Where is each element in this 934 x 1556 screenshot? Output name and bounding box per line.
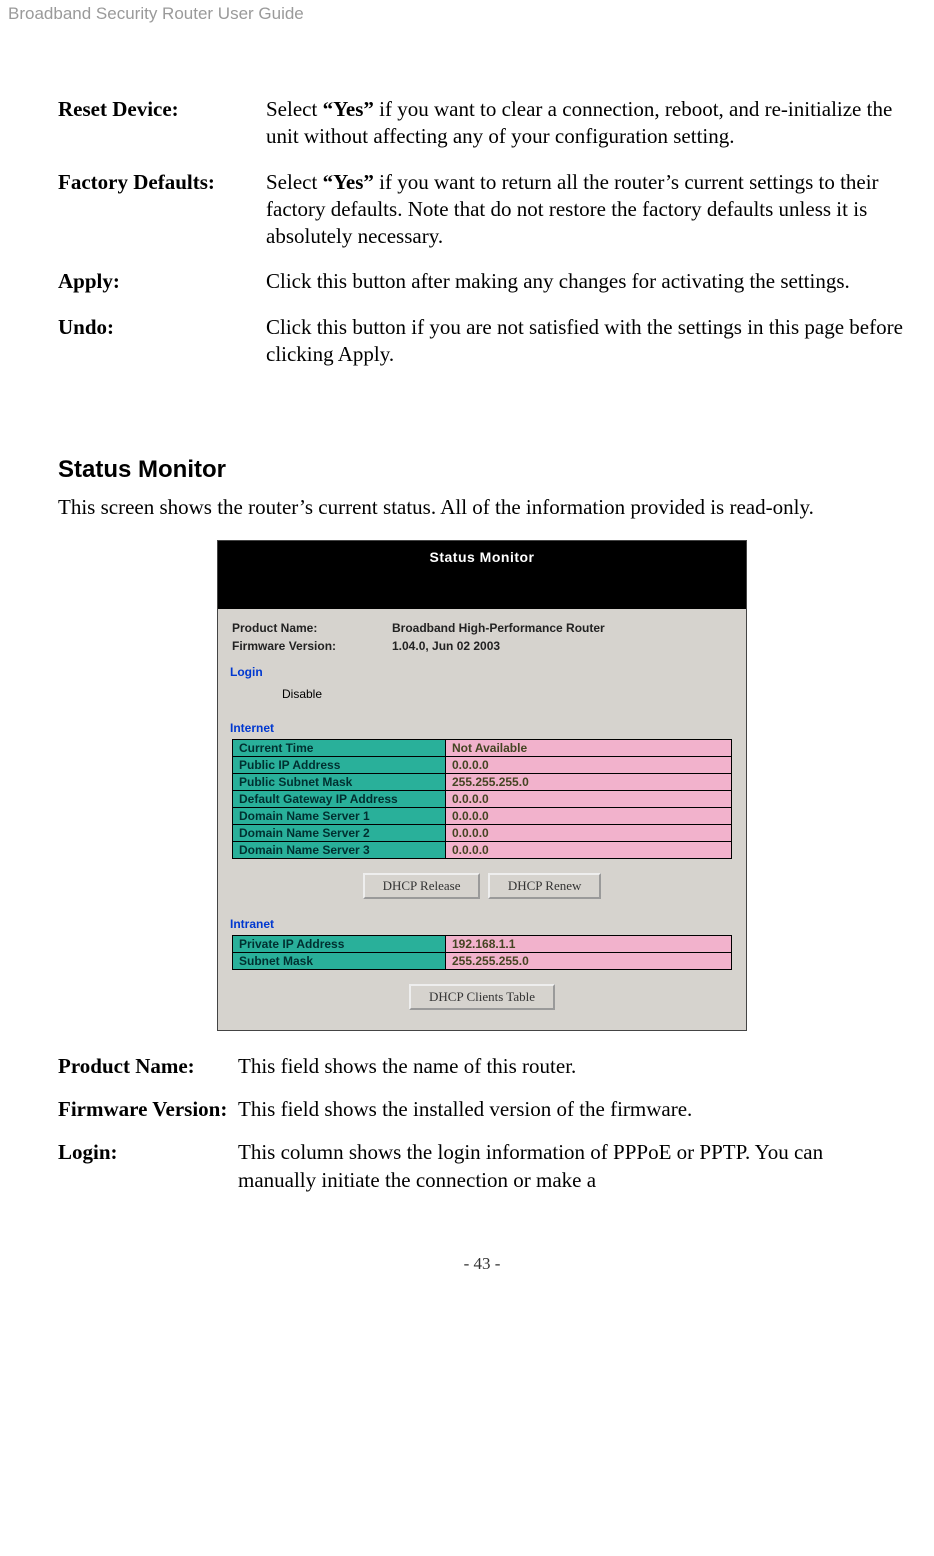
table-row: Private IP Address192.168.1.1 [233, 935, 732, 952]
def-text-bold: “Yes” [323, 97, 374, 121]
table-row: Subnet Mask255.255.255.0 [233, 952, 732, 969]
internet-key: Domain Name Server 1 [233, 807, 446, 824]
def-text-pre: Select [266, 170, 323, 194]
screenshot-black-strip [218, 573, 746, 609]
dhcp-renew-button[interactable]: DHCP Renew [488, 873, 602, 899]
dhcp-release-button[interactable]: DHCP Release [363, 873, 481, 899]
product-name-value: Broadband High-Performance Router [392, 621, 605, 635]
def-desc: Click this button after making any chang… [266, 268, 906, 295]
internet-val: Not Available [446, 739, 732, 756]
def-text-pre: Click this button after making any chang… [266, 269, 850, 293]
def-desc: This column shows the login information … [238, 1139, 906, 1194]
def-term: Product Name: [58, 1053, 238, 1080]
def-desc: This field shows the name of this router… [238, 1053, 906, 1080]
def-row-firmware-version: Firmware Version: This field shows the i… [58, 1096, 906, 1123]
intranet-table: Private IP Address192.168.1.1 Subnet Mas… [232, 935, 732, 970]
def-row-undo: Undo: Click this button if you are not s… [58, 314, 906, 369]
internet-table: Current TimeNot Available Public IP Addr… [232, 739, 732, 859]
screenshot-info-row: Product Name: Broadband High-Performance… [232, 619, 732, 637]
intranet-val: 192.168.1.1 [446, 935, 732, 952]
embedded-screenshot: Status Monitor Product Name: Broadband H… [217, 540, 747, 1031]
intranet-section-label: Intranet [230, 917, 732, 931]
internet-val: 0.0.0.0 [446, 790, 732, 807]
internet-val: 255.255.255.0 [446, 773, 732, 790]
table-row: Domain Name Server 30.0.0.0 [233, 841, 732, 858]
def-term: Factory Defaults: [58, 169, 266, 251]
dhcp-clients-table-button[interactable]: DHCP Clients Table [409, 984, 555, 1010]
def-term: Login: [58, 1139, 238, 1194]
def-row-reset-device: Reset Device: Select “Yes” if you want t… [58, 96, 906, 151]
def-term: Apply: [58, 268, 266, 295]
screenshot-titlebar: Status Monitor [218, 541, 746, 573]
definition-list-bottom: Product Name: This field shows the name … [58, 1053, 906, 1194]
table-row: Public Subnet Mask255.255.255.0 [233, 773, 732, 790]
firmware-version-value: 1.04.0, Jun 02 2003 [392, 639, 500, 653]
internet-val: 0.0.0.0 [446, 756, 732, 773]
internet-section-label: Internet [230, 721, 732, 735]
section-intro: This screen shows the router’s current s… [58, 494, 906, 521]
def-desc: Select “Yes” if you want to return all t… [266, 169, 906, 251]
def-text-bold: “Yes” [323, 170, 374, 194]
intranet-key: Private IP Address [233, 935, 446, 952]
def-row-factory-defaults: Factory Defaults: Select “Yes” if you wa… [58, 169, 906, 251]
table-row: Domain Name Server 20.0.0.0 [233, 824, 732, 841]
internet-key: Domain Name Server 3 [233, 841, 446, 858]
def-term: Undo: [58, 314, 266, 369]
def-text-pre: Select [266, 97, 323, 121]
table-row: Default Gateway IP Address0.0.0.0 [233, 790, 732, 807]
dhcp-clients-button-row: DHCP Clients Table [232, 984, 732, 1010]
table-row: Public IP Address0.0.0.0 [233, 756, 732, 773]
internet-val: 0.0.0.0 [446, 807, 732, 824]
page-header: Broadband Security Router User Guide [8, 0, 906, 24]
def-text-pre: Click this button if you are not satisfi… [266, 315, 903, 366]
table-row: Domain Name Server 10.0.0.0 [233, 807, 732, 824]
internet-key: Public IP Address [233, 756, 446, 773]
def-desc: Select “Yes” if you want to clear a conn… [266, 96, 906, 151]
login-value: Disable [282, 683, 732, 711]
internet-key: Default Gateway IP Address [233, 790, 446, 807]
dhcp-button-row: DHCP Release DHCP Renew [232, 873, 732, 899]
intranet-val: 255.255.255.0 [446, 952, 732, 969]
def-row-product-name: Product Name: This field shows the name … [58, 1053, 906, 1080]
screenshot-info-row: Firmware Version: 1.04.0, Jun 02 2003 [232, 637, 732, 655]
firmware-version-label: Firmware Version: [232, 639, 392, 653]
def-desc: This field shows the installed version o… [238, 1096, 906, 1123]
internet-key: Domain Name Server 2 [233, 824, 446, 841]
internet-val: 0.0.0.0 [446, 824, 732, 841]
def-desc: Click this button if you are not satisfi… [266, 314, 906, 369]
definition-list-top: Reset Device: Select “Yes” if you want t… [58, 96, 906, 368]
product-name-label: Product Name: [232, 621, 392, 635]
def-term: Reset Device: [58, 96, 266, 151]
internet-key: Public Subnet Mask [233, 773, 446, 790]
def-row-apply: Apply: Click this button after making an… [58, 268, 906, 295]
table-row: Current TimeNot Available [233, 739, 732, 756]
internet-val: 0.0.0.0 [446, 841, 732, 858]
def-row-login: Login: This column shows the login infor… [58, 1139, 906, 1194]
page-number: - 43 - [58, 1254, 906, 1284]
section-title-status-monitor: Status Monitor [58, 456, 906, 484]
intranet-key: Subnet Mask [233, 952, 446, 969]
login-section-label: Login [230, 665, 732, 679]
def-term: Firmware Version: [58, 1096, 238, 1123]
internet-key: Current Time [233, 739, 446, 756]
